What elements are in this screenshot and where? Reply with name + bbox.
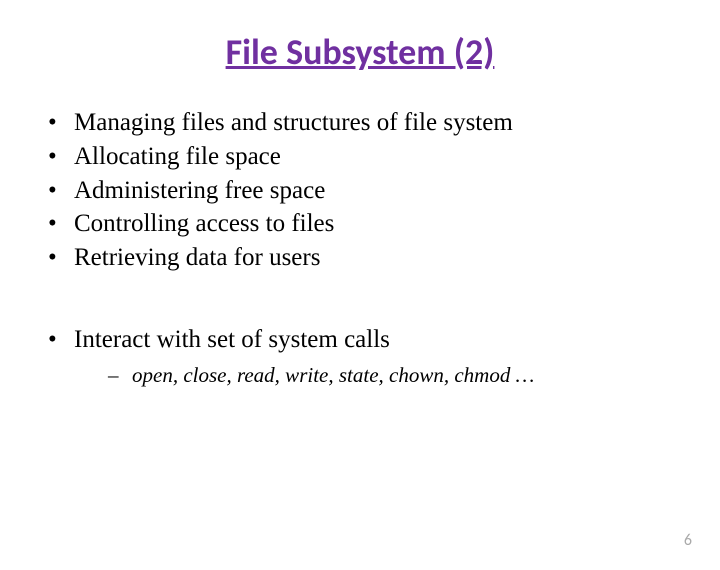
list-item: Interact with set of system calls open, … [40,323,680,389]
bullet-list: Managing files and structures of file sy… [0,106,720,275]
page-number: 6 [684,531,692,550]
sub-list: open, close, read, write, state, chown, … [74,361,680,389]
list-item-text: Interact with set of system calls [74,326,390,353]
list-item: Retrieving data for users [40,241,680,275]
list-item: Managing files and structures of file sy… [40,106,680,140]
bullet-list-2: Interact with set of system calls open, … [0,323,720,389]
sub-list-item: open, close, read, write, state, chown, … [108,361,680,389]
list-item: Administering free space [40,174,680,208]
list-item: Allocating file space [40,140,680,174]
list-item: Controlling access to files [40,207,680,241]
slide-title: File Subsystem (2) [0,30,720,74]
